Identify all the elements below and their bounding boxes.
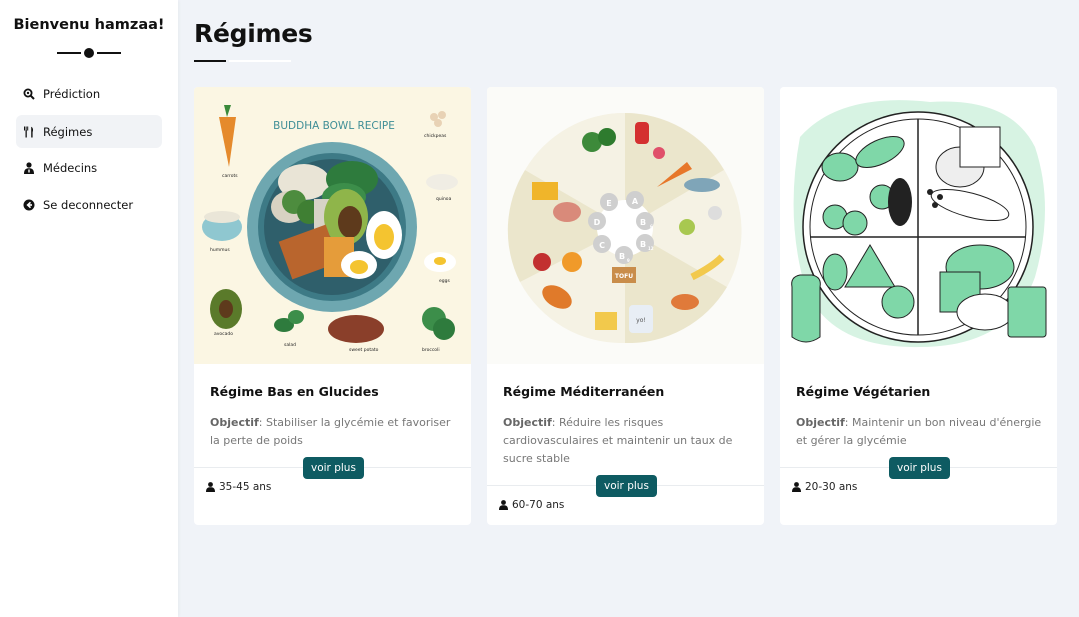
objective-label: Objectif [210, 416, 259, 429]
sidebar: Bienvenu hamzaa! Prédiction Régimes Méde… [0, 0, 178, 617]
age-range: 35-45 ans [206, 481, 271, 493]
image-heading: BUDDHA BOWL RECIPE [273, 120, 395, 132]
age-range: 60-70 ans [499, 499, 564, 511]
card-description: Objectif: Maintenir un bon niveau d'éner… [796, 414, 1044, 450]
age-text: 35-45 ans [219, 481, 272, 493]
welcome-message: Bienvenu hamzaa! [13, 17, 165, 33]
sidebar-item-label: Prédiction [43, 86, 101, 101]
label-salad: salad [284, 342, 296, 348]
card-title: Régime Végétarien [796, 384, 931, 399]
vitamin-b6-subscript: 6 [650, 224, 653, 229]
sidebar-item-label: Se deconnecter [43, 197, 134, 212]
title-underline [194, 60, 226, 62]
vitamin-b6: B [640, 218, 646, 227]
person-icon [792, 482, 801, 492]
vitamin-a: A [632, 197, 639, 206]
sidebar-item-regimes[interactable]: Régimes [16, 115, 162, 148]
vitamin-c: C [599, 241, 605, 250]
utensils-icon [23, 126, 35, 138]
tofu-label: TOFU [615, 273, 633, 280]
sidebar-item-label: Médecins [43, 160, 98, 175]
objective-label: Objectif [796, 416, 845, 429]
vegetarian-plate-image [780, 87, 1057, 364]
label-sweet-potato: sweet potato [349, 347, 379, 353]
label-broccoli: broccoli [422, 347, 440, 353]
buddha-bowl-image: BUDDHA BOWL RECIPE carrots chickpeas qui… [194, 87, 471, 364]
label-eggs: eggs [439, 279, 450, 284]
vitamin-b12-subscript: 12 [648, 246, 654, 251]
label-hummus: hummus [210, 247, 230, 253]
label-carrots: carrots [222, 173, 238, 179]
vitamin-b9: B [619, 252, 625, 261]
age-text: 60-70 ans [512, 499, 565, 511]
search-icon [23, 88, 35, 100]
label-chickpeas: chickpeas [424, 133, 447, 139]
vitamin-b12: B [640, 240, 646, 249]
mediterranean-plate-image: A E D B 6 C B 12 B 9 TOFU yo! [487, 87, 764, 364]
age-range: 20-30 ans [792, 481, 857, 493]
label-avocado: avocado [214, 331, 233, 337]
yogurt-label: yo! [636, 317, 646, 324]
label-quinoa: quinoa [436, 196, 452, 202]
age-text: 20-30 ans [805, 481, 858, 493]
person-icon [206, 482, 215, 492]
logout-icon [23, 199, 35, 211]
page-title: Régimes [194, 19, 313, 48]
doctor-icon [23, 161, 35, 174]
card-title: Régime Méditerranéen [503, 384, 665, 399]
vitamin-e: E [606, 199, 611, 208]
welcome-divider [57, 48, 121, 58]
sidebar-item-label: Régimes [43, 124, 93, 139]
diet-card-mediterranean: A E D B 6 C B 12 B 9 TOFU yo! Régime Méd… [487, 87, 764, 525]
sidebar-item-medecins[interactable]: Médecins [16, 151, 162, 184]
voir-plus-button[interactable]: voir plus [596, 475, 657, 497]
vitamin-d: D [594, 218, 601, 227]
card-title: Régime Bas en Glucides [210, 384, 379, 399]
card-description: Objectif: Réduire les risques cardiovasc… [503, 414, 751, 468]
sidebar-item-logout[interactable]: Se deconnecter [16, 188, 162, 221]
person-icon [499, 500, 508, 510]
title-underline-light [229, 60, 291, 62]
objective-label: Objectif [503, 416, 552, 429]
voir-plus-button[interactable]: voir plus [889, 457, 950, 479]
diet-card-vegetarian: Régime Végétarien Objectif: Maintenir un… [780, 87, 1057, 525]
sidebar-item-prediction[interactable]: Prédiction [16, 77, 162, 110]
card-description: Objectif: Stabiliser la glycémie et favo… [210, 414, 458, 450]
vitamin-b9-subscript: 9 [627, 258, 630, 263]
diet-card-low-carb: BUDDHA BOWL RECIPE carrots chickpeas qui… [194, 87, 471, 525]
voir-plus-button[interactable]: voir plus [303, 457, 364, 479]
